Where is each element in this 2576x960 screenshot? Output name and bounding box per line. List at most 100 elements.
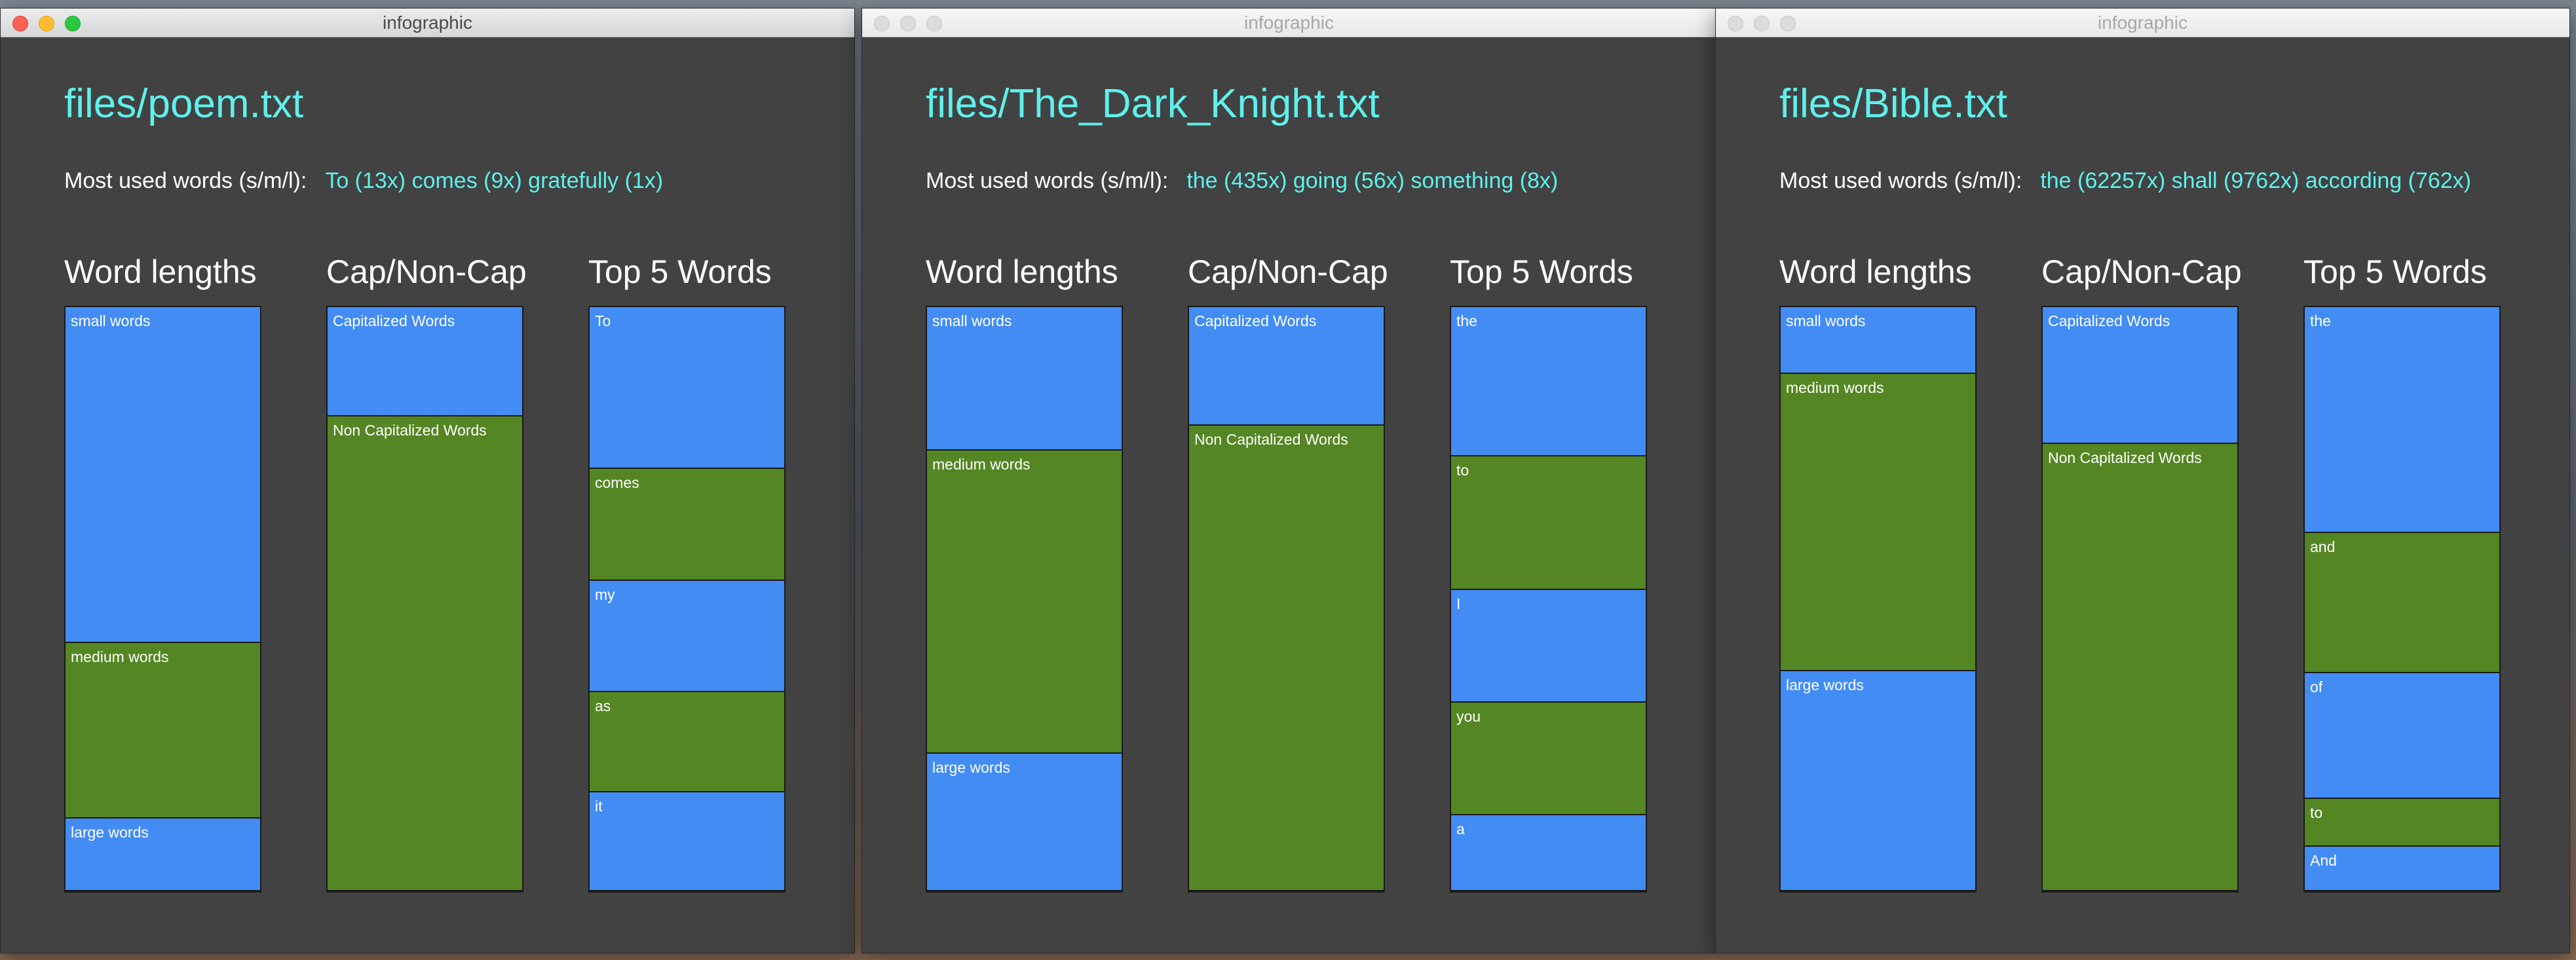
top-words-column: To comes my as it (588, 306, 786, 893)
cap-noncap-heading: Cap/Non-Cap (2041, 253, 2242, 290)
segment-label: it (595, 798, 603, 815)
segment-label: medium words (71, 648, 169, 665)
most-used-words-label: Most used words (s/m/l): (926, 168, 1169, 193)
segment-label: large words (1786, 676, 1864, 693)
desktop-background: infographic files/poem.txt Most used wor… (0, 0, 2576, 960)
most-used-words-label: Most used words (s/m/l): (1779, 168, 2022, 193)
top-words-segment: the (1451, 307, 1646, 456)
top-words-heading: Top 5 Words (588, 253, 772, 290)
segment-label: the (2310, 312, 2331, 329)
segment-label: To (595, 312, 611, 329)
cap-noncap-column: Capitalized Words Non Capitalized Words (326, 306, 523, 893)
top-words-segment: And (2305, 847, 2499, 891)
segment-label: a (1456, 821, 1465, 838)
cap-noncap-segment: Capitalized Words (2043, 307, 2237, 444)
infographic-window-poem[interactable]: infographic files/poem.txt Most used wor… (0, 8, 855, 953)
infographic-window-bible[interactable]: infographic files/Bible.txt Most used wo… (1715, 8, 2570, 953)
top-words-segment: you (1451, 703, 1646, 815)
cap-noncap-heading: Cap/Non-Cap (326, 253, 527, 290)
segment-label: small words (71, 312, 151, 329)
segment-label: medium words (1786, 379, 1884, 396)
top-words-segment: to (2305, 799, 2499, 847)
most-used-words-row: Most used words (s/m/l): To (13x) comes (… (64, 168, 663, 194)
segment-label: medium words (932, 456, 1031, 473)
infographic-window-dark-knight[interactable]: infographic files/The_Dark_Knight.txt Mo… (862, 8, 1716, 953)
top-words-segment: To (590, 307, 784, 469)
top-words-heading: Top 5 Words (1450, 253, 1633, 290)
segment-label: to (1456, 462, 1469, 479)
top-words-column: the to Iyou a (1450, 306, 1647, 893)
segment-label: And (2310, 852, 2337, 869)
most-used-words-value: To (13x) comes (9x) gratefully (1x) (325, 168, 664, 193)
top-words-segment: it (590, 792, 784, 891)
segment-label: my (595, 586, 615, 603)
segment-label: Non Capitalized Words (2048, 449, 2202, 466)
word-lengths-column: small words medium words large words (64, 306, 261, 893)
segment-label: large words (932, 759, 1010, 776)
top-words-segment: my (590, 581, 784, 692)
word-lengths-heading: Word lengths (64, 253, 257, 290)
most-used-words-row: Most used words (s/m/l): the (435x) going… (926, 168, 1558, 194)
top-words-segment: I (1451, 590, 1646, 703)
file-name-title: files/poem.txt (64, 81, 304, 126)
segment-label: to (2310, 804, 2323, 821)
top-words-segment: of (2305, 673, 2499, 799)
most-used-words-label: Most used words (s/m/l): (64, 168, 307, 193)
word-lengths-segment: medium words (66, 643, 260, 819)
segment-label: the (1456, 312, 1477, 329)
segment-label: comes (595, 474, 639, 491)
segment-label: Capitalized Words (333, 312, 455, 329)
word-lengths-segment: small words (66, 307, 260, 643)
top-words-segment: to (1451, 456, 1646, 590)
most-used-words-row: Most used words (s/m/l): the (62257x) sha… (1779, 168, 2471, 194)
cap-noncap-segment: Non Capitalized Words (328, 416, 522, 891)
infographic-content: files/poem.txt Most used words (s/m/l): T… (1, 37, 854, 953)
segment-label: Capitalized Words (1194, 312, 1317, 329)
cap-noncap-segment: Capitalized Words (328, 307, 522, 416)
segment-label: small words (1786, 312, 1866, 329)
cap-noncap-segment: Non Capitalized Words (1189, 426, 1384, 891)
window-title: infographic (2098, 12, 2188, 33)
cap-noncap-segment: Non Capitalized Words (2043, 444, 2237, 891)
top-words-segment: comes (590, 469, 784, 581)
segment-label: large words (71, 824, 149, 841)
segment-label: Non Capitalized Words (333, 422, 487, 439)
segment-label: Non Capitalized Words (1194, 431, 1348, 448)
word-lengths-segment: large words (1781, 671, 1975, 891)
word-lengths-heading: Word lengths (926, 253, 1118, 290)
segment-label: Capitalized Words (2048, 312, 2170, 329)
top-words-heading: Top 5 Words (2303, 253, 2487, 290)
word-lengths-column: small words medium words large words (1779, 306, 1977, 893)
window-titlebar[interactable]: infographic (862, 9, 1716, 37)
window-title: infographic (1244, 12, 1334, 33)
word-lengths-column: small words medium words large words (926, 306, 1123, 893)
segment-label: you (1456, 708, 1481, 725)
word-lengths-segment: large words (927, 754, 1122, 891)
top-words-column: the and of to And (2303, 306, 2501, 893)
window-titlebar[interactable]: infographic (1716, 9, 2569, 37)
top-words-segment: the (2305, 307, 2499, 533)
cap-noncap-column: Capitalized Words Non Capitalized Words (2041, 306, 2239, 893)
cap-noncap-heading: Cap/Non-Cap (1188, 253, 1388, 290)
word-lengths-segment: large words (66, 819, 260, 891)
cap-noncap-column: Capitalized Words Non Capitalized Words (1188, 306, 1385, 893)
segment-label: and (2310, 538, 2336, 555)
infographic-content: files/The_Dark_Knight.txt Most used word… (862, 37, 1716, 953)
top-words-segment: and (2305, 533, 2499, 673)
most-used-words-value: the (62257x) shall (9762x) according (76… (2040, 168, 2471, 193)
segment-label: of (2310, 678, 2323, 695)
word-lengths-segment: small words (927, 307, 1122, 451)
infographic-content: files/Bible.txt Most used words (s/m/l):… (1716, 37, 2569, 953)
window-title: infographic (383, 12, 472, 33)
word-lengths-segment: small words (1781, 307, 1975, 374)
word-lengths-heading: Word lengths (1779, 253, 1972, 290)
file-name-title: files/The_Dark_Knight.txt (926, 81, 1380, 126)
top-words-segment: a (1451, 815, 1646, 891)
most-used-words-value: the (435x) going (56x) something (8x) (1186, 168, 1559, 193)
window-titlebar[interactable]: infographic (1, 9, 854, 37)
word-lengths-segment: medium words (927, 451, 1122, 754)
word-lengths-segment: medium words (1781, 374, 1975, 671)
segment-label: as (595, 697, 611, 714)
cap-noncap-segment: Capitalized Words (1189, 307, 1384, 426)
segment-label: I (1456, 595, 1461, 612)
